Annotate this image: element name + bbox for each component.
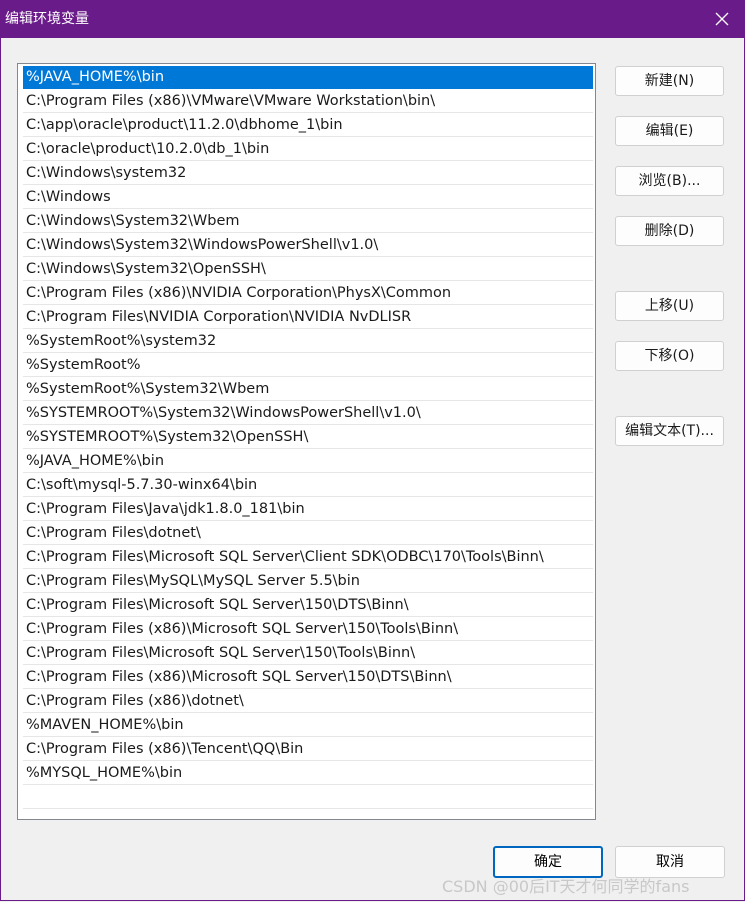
list-item[interactable]: C:\Windows\System32\OpenSSH\ <box>23 258 593 281</box>
list-item[interactable]: C:\Program Files (x86)\Microsoft SQL Ser… <box>23 666 593 689</box>
list-item[interactable]: C:\Program Files (x86)\VMware\VMware Wor… <box>23 90 593 113</box>
list-item[interactable]: C:\soft\mysql-5.7.30-winx64\bin <box>23 474 593 497</box>
move-up-button[interactable]: 上移(U) <box>615 291 724 321</box>
list-item[interactable]: %SystemRoot%\system32 <box>23 330 593 353</box>
list-item[interactable]: C:\Program Files\Microsoft SQL Server\15… <box>23 594 593 617</box>
list-item[interactable]: C:\Program Files\Java\jdk1.8.0_181\bin <box>23 498 593 521</box>
list-item[interactable]: %MYSQL_HOME%\bin <box>23 762 593 785</box>
list-item[interactable]: C:\Program Files\NVIDIA Corporation\NVID… <box>23 306 593 329</box>
list-item[interactable]: %SYSTEMROOT%\System32\OpenSSH\ <box>23 426 593 449</box>
edit-text-button[interactable]: 编辑文本(T)... <box>615 416 724 446</box>
close-button[interactable] <box>699 0 745 38</box>
list-item[interactable]: C:\Program Files\dotnet\ <box>23 522 593 545</box>
list-item[interactable]: C:\app\oracle\product\11.2.0\dbhome_1\bi… <box>23 114 593 137</box>
title-bar: 编辑环境变量 <box>0 0 745 38</box>
move-down-button[interactable]: 下移(O) <box>615 341 724 371</box>
list-item[interactable]: C:\Program Files (x86)\Tencent\QQ\Bin <box>23 738 593 761</box>
list-item[interactable]: %JAVA_HOME%\bin <box>23 66 593 89</box>
watermark: CSDN @00后IT天才何同学的fans <box>442 877 690 896</box>
list-item[interactable]: C:\Windows\System32\Wbem <box>23 210 593 233</box>
list-item[interactable]: C:\Program Files\Microsoft SQL Server\15… <box>23 642 593 665</box>
list-item[interactable]: %JAVA_HOME%\bin <box>23 450 593 473</box>
window-title: 编辑环境变量 <box>5 11 89 27</box>
list-item[interactable]: %SYSTEMROOT%\System32\WindowsPowerShell\… <box>23 402 593 425</box>
list-item[interactable]: %MAVEN_HOME%\bin <box>23 714 593 737</box>
list-item[interactable]: %SystemRoot%\System32\Wbem <box>23 378 593 401</box>
list-item[interactable]: C:\Windows <box>23 186 593 209</box>
path-list[interactable]: %JAVA_HOME%\bin C:\Program Files (x86)\VM… <box>17 63 596 820</box>
list-item[interactable]: C:\oracle\product\10.2.0\db_1\bin <box>23 138 593 161</box>
list-item[interactable]: C:\Program Files\Microsoft SQL Server\Cl… <box>23 546 593 569</box>
list-item-empty[interactable] <box>23 786 593 809</box>
list-item[interactable]: %SystemRoot% <box>23 354 593 377</box>
list-item[interactable]: C:\Program Files\MySQL\MySQL Server 5.5\… <box>23 570 593 593</box>
edit-button[interactable]: 编辑(E) <box>615 116 724 146</box>
close-icon <box>715 12 729 26</box>
list-item[interactable]: C:\Program Files (x86)\Microsoft SQL Ser… <box>23 618 593 641</box>
list-item[interactable]: C:\Program Files (x86)\NVIDIA Corporatio… <box>23 282 593 305</box>
delete-button[interactable]: 删除(D) <box>615 216 724 246</box>
list-item[interactable]: C:\Program Files (x86)\dotnet\ <box>23 690 593 713</box>
list-item[interactable]: C:\Windows\System32\WindowsPowerShell\v1… <box>23 234 593 257</box>
new-button[interactable]: 新建(N) <box>615 66 724 96</box>
list-item[interactable]: C:\Windows\system32 <box>23 162 593 185</box>
browse-button[interactable]: 浏览(B)... <box>615 166 724 196</box>
